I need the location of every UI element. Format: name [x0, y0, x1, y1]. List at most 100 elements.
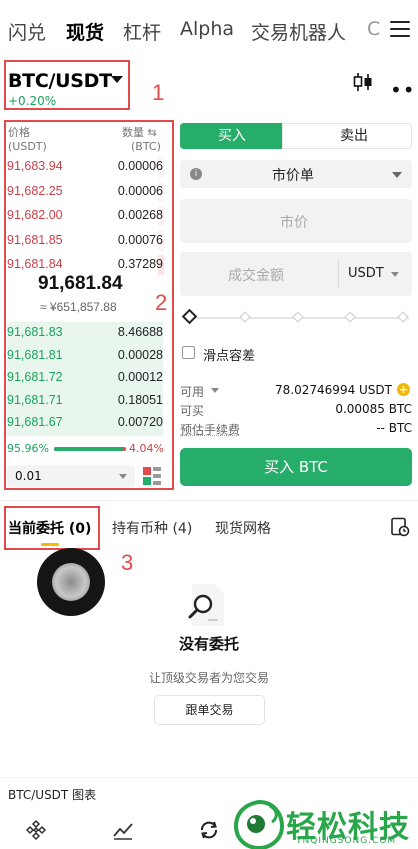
chevron-down-icon	[392, 172, 402, 178]
ask-row[interactable]: 91,681.85 0.00076	[7, 230, 167, 251]
divider	[0, 500, 418, 501]
markets-chart-icon[interactable]	[111, 818, 135, 842]
depth-step-value: 0.01	[15, 469, 42, 483]
copy-trading-button[interactable]: 跟单交易	[154, 695, 265, 725]
ask-price: 91,682.25	[7, 184, 63, 198]
ask-price: 91,681.85	[7, 233, 63, 247]
bid-qty: 0.00012	[118, 370, 163, 384]
ask-qty: 0.00006	[118, 159, 163, 173]
buy-button[interactable]: 买入 BTC	[180, 448, 412, 486]
can-buy-label: 可买	[180, 402, 204, 419]
bid-row[interactable]: 91,681.67 0.00720	[7, 412, 167, 433]
bid-qty: 0.00720	[118, 415, 163, 429]
more-icon[interactable]: •••	[390, 78, 418, 102]
bid-price: 91,681.83	[7, 325, 63, 339]
price-unit: (USDT)	[8, 140, 47, 153]
ask-row[interactable]: 91,683.94 0.00006	[7, 156, 167, 177]
ask-qty: 0.00268	[118, 208, 163, 222]
pair-selector[interactable]: BTC/USDT	[8, 70, 112, 92]
buy-ratio-fill	[54, 447, 123, 451]
divider	[338, 260, 339, 288]
watermark-logo-icon	[234, 800, 284, 849]
fee-value: -- BTC	[376, 421, 412, 435]
slider-step-25[interactable]	[239, 311, 250, 322]
chevron-down-icon	[119, 474, 127, 479]
ask-price: 91,682.00	[7, 208, 63, 222]
amount-placeholder: 成交金额	[228, 265, 284, 285]
slider-step-75[interactable]	[344, 311, 355, 322]
pair-change: +0.20%	[8, 94, 56, 108]
tab-alpha[interactable]: Alpha	[180, 18, 234, 40]
order-type-select[interactable]: i 市价单	[180, 160, 412, 188]
tab-spot-grid[interactable]: 现货网格	[215, 518, 271, 538]
info-icon[interactable]: i	[190, 168, 202, 180]
chart-bar-label[interactable]: BTC/USDT 图表	[8, 786, 96, 803]
tab-convert[interactable]: 闪兑	[8, 18, 46, 45]
menu-icon[interactable]	[390, 20, 412, 38]
empty-document-search-icon	[182, 580, 232, 630]
tab-spot[interactable]: 现货	[66, 18, 104, 45]
last-price: 91,681.84	[38, 273, 123, 295]
ask-price: 91,683.94	[7, 159, 63, 173]
depth-step-select[interactable]: 0.01	[7, 465, 135, 487]
active-tab-indicator	[41, 543, 59, 546]
home-diamond-icon[interactable]	[24, 818, 48, 842]
available-value: 78.02746994 USDT	[275, 383, 392, 397]
tab-more-truncated[interactable]: C	[367, 18, 380, 40]
tab-margin[interactable]: 杠杆	[123, 18, 161, 45]
empty-state-title: 没有委托	[0, 633, 418, 654]
slider-step-100[interactable]	[397, 311, 408, 322]
annotation-label-1: 1	[152, 80, 164, 106]
available-label: 可用	[180, 383, 204, 400]
qty-unit: (BTC)	[131, 140, 161, 153]
can-buy-value: 0.00085 BTC	[335, 402, 412, 416]
slider-handle[interactable]	[182, 309, 198, 325]
bid-row[interactable]: 91,681.83 8.46688	[7, 322, 167, 343]
bid-price: 91,681.71	[7, 393, 63, 407]
ask-qty: 0.37289	[118, 257, 163, 271]
sell-tab[interactable]: 卖出	[282, 123, 412, 149]
amount-input[interactable]: 成交金额 USDT	[180, 252, 412, 296]
top-tab-bar: 闪兑 现货 杠杆 Alpha 交易机器人 C	[0, 0, 418, 62]
tab-trading-bots[interactable]: 交易机器人	[251, 18, 346, 45]
price-placeholder: 市价	[280, 212, 308, 232]
ask-row[interactable]: 91,681.84 0.37289	[7, 254, 167, 275]
qty-header[interactable]: 数量 ⇆	[122, 124, 157, 140]
price-input[interactable]: 市价	[180, 199, 412, 243]
order-history-icon[interactable]	[390, 517, 410, 537]
ask-price: 91,681.84	[7, 257, 63, 271]
fee-label[interactable]: 预估手续费	[180, 421, 240, 438]
slider-step-50[interactable]	[292, 311, 303, 322]
ask-qty: 0.00076	[118, 233, 163, 247]
candlestick-icon[interactable]	[352, 72, 374, 92]
buy-ratio: 95.96%	[7, 442, 49, 455]
bid-qty: 8.46688	[118, 325, 163, 339]
annotation-label-2: 2	[155, 290, 167, 316]
buy-sell-ratio-bar	[54, 447, 126, 451]
book-layout-icon[interactable]	[143, 467, 161, 485]
bid-row[interactable]: 91,681.72 0.00012	[7, 367, 167, 388]
bid-row[interactable]: 91,681.71 0.18051	[7, 390, 167, 411]
tab-open-orders[interactable]: 当前委托 (0)	[8, 518, 91, 538]
empty-state-subtitle: 让顶级交易者为您交易	[0, 669, 418, 686]
bid-qty: 0.00028	[118, 348, 163, 362]
chevron-down-icon[interactable]	[211, 388, 219, 393]
tab-holdings[interactable]: 持有币种 (4)	[112, 518, 192, 538]
amount-unit-select[interactable]: USDT	[348, 266, 384, 281]
add-funds-icon[interactable]: +	[397, 383, 410, 396]
tire-image	[37, 548, 105, 616]
chevron-down-icon[interactable]	[391, 272, 399, 277]
bid-row[interactable]: 91,681.81 0.00028	[7, 345, 167, 366]
ask-row[interactable]: 91,682.00 0.00268	[7, 205, 167, 226]
ask-qty: 0.00006	[118, 184, 163, 198]
trade-swap-icon[interactable]	[197, 818, 221, 842]
order-type-value: 市价单	[272, 165, 314, 185]
ask-row[interactable]: 91,682.25 0.00006	[7, 181, 167, 202]
buy-tab-label[interactable]: 买入	[180, 123, 284, 149]
slippage-checkbox[interactable]	[182, 346, 195, 359]
chevron-down-icon[interactable]	[111, 76, 123, 83]
bid-price: 91,681.81	[7, 348, 63, 362]
sell-ratio: 4.04%	[129, 442, 164, 455]
slippage-label[interactable]: 滑点容差	[203, 345, 255, 364]
price-header: 价格	[8, 124, 30, 140]
